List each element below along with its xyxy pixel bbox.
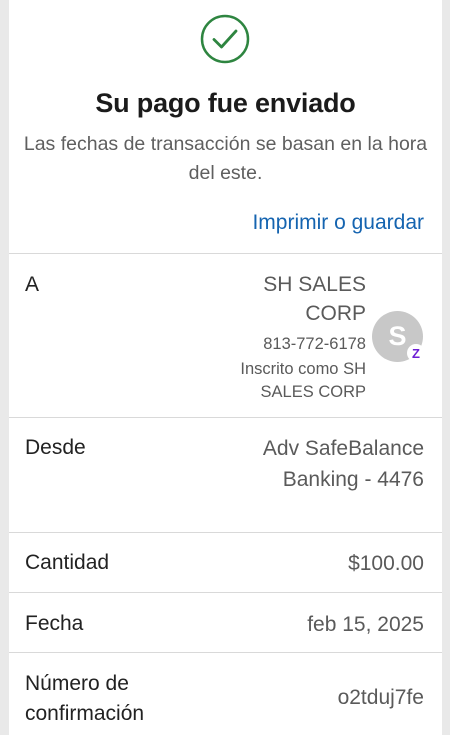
confirmation-label-line2: confirmación (25, 702, 145, 725)
from-account-line2: Banking - 4476 (282, 468, 424, 491)
date-label: Fecha (25, 612, 84, 635)
zelle-icon: Z (407, 344, 425, 362)
print-or-save-link[interactable]: Imprimir o guardar (252, 211, 424, 235)
recipient-label: A (25, 273, 40, 296)
recipient-name-line1: SH SALES (263, 273, 366, 296)
date-value: feb 15, 2025 (307, 613, 424, 636)
divider (9, 652, 442, 653)
recipient-details: SH SALES CORP 813-772-6178 Inscrito como… (136, 270, 366, 403)
divider (9, 253, 442, 254)
from-account-line1: Adv SafeBalance (262, 437, 424, 460)
recipient-enrolled-line1: Inscrito como SH (240, 360, 366, 378)
amount-value: $100.00 (348, 552, 424, 575)
divider (9, 592, 442, 593)
page-title: Su pago fue enviado (95, 88, 356, 118)
confirmation-label-line1: Número de (25, 672, 129, 695)
payment-confirmation-card: Su pago fue enviado Las fechas de transa… (9, 0, 442, 735)
recipient-name-line2: CORP (305, 302, 366, 325)
check-circle-icon (200, 14, 250, 64)
recipient-enrolled-line2: SALES CORP (260, 383, 366, 401)
amount-label: Cantidad (25, 551, 110, 574)
recipient-phone: 813-772-6178 (263, 335, 366, 353)
confirmation-number: o2tduj7fe (337, 686, 424, 709)
from-label: Desde (25, 436, 86, 459)
timezone-note: Las fechas de transacción se basan en la… (23, 133, 428, 184)
divider (9, 417, 442, 418)
divider (9, 532, 442, 533)
